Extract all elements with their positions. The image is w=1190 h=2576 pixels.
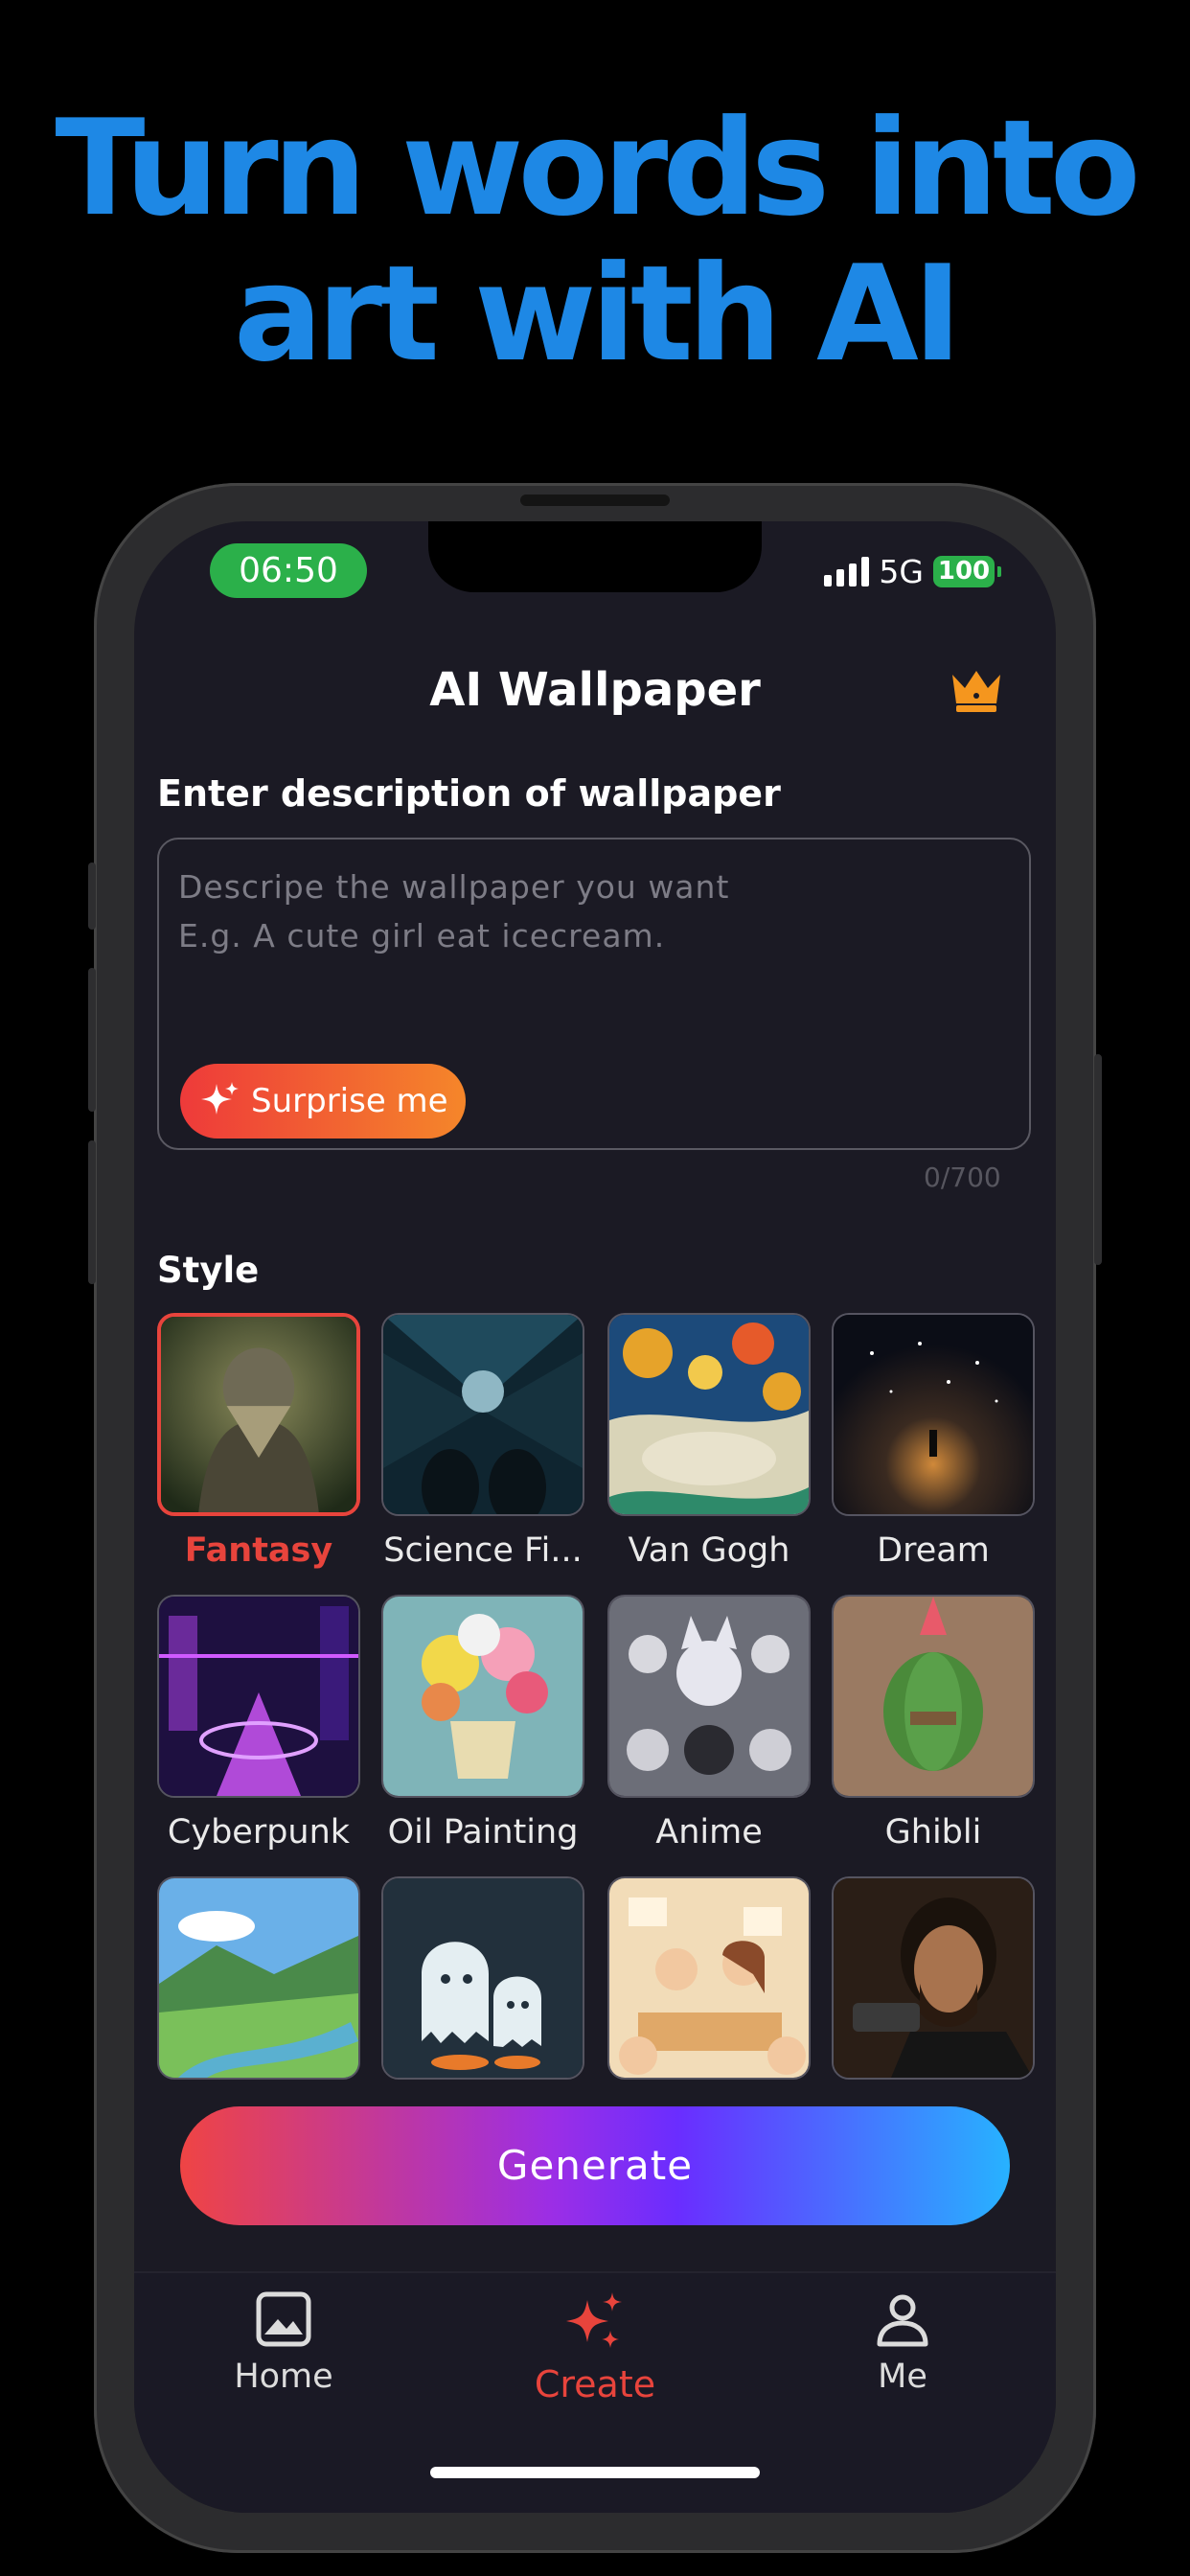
style-thumb <box>381 1595 584 1798</box>
description-input[interactable]: Descripe the wallpaper you want E.g. A c… <box>157 838 1031 1150</box>
style-option-anime[interactable]: Anime <box>607 1595 811 1852</box>
style-option-portrait[interactable] <box>832 1876 1035 2095</box>
image-icon <box>256 2291 311 2347</box>
style-label-text: Anime <box>655 1813 763 1852</box>
volume-up-button <box>88 968 96 1112</box>
style-thumb <box>157 1595 360 1798</box>
status-time: 06:50 <box>210 543 367 598</box>
style-option-cartoon[interactable] <box>607 1876 811 2095</box>
char-counter: 0/700 <box>924 1162 1001 1193</box>
notch <box>428 521 762 592</box>
style-option-landscape[interactable] <box>157 1876 360 2095</box>
style-label-text: Cyberpunk <box>167 1813 351 1852</box>
style-option-ghibli[interactable]: Ghibli <box>832 1595 1035 1852</box>
style-option-science-fiction[interactable]: Science Fi... <box>381 1313 584 1570</box>
earpiece-speaker <box>520 494 670 506</box>
style-label-text: Fantasy <box>184 1531 333 1570</box>
volume-down-button <box>88 1140 96 1284</box>
style-option-cyberpunk[interactable]: Cyberpunk <box>157 1595 360 1852</box>
app-title: AI Wallpaper <box>429 663 761 717</box>
description-placeholder: Descripe the wallpaper you want E.g. A c… <box>178 868 730 954</box>
tab-label: Me <box>878 2358 927 2396</box>
style-thumb <box>381 1313 584 1516</box>
tab-home[interactable]: Home <box>169 2290 399 2396</box>
crown-icon[interactable] <box>949 663 1004 715</box>
tab-me[interactable]: Me <box>788 2290 1018 2396</box>
tab-bar: Home Create Me <box>134 2271 1056 2513</box>
style-thumb <box>381 1876 584 2080</box>
phone-screen: 06:50 5G 100 AI Wallpaper Enter descript… <box>134 521 1056 2513</box>
headline-line-1: Turn words into <box>55 91 1140 245</box>
style-thumb <box>607 1595 811 1798</box>
style-label: Style <box>157 1250 260 1291</box>
headline-line-2: art with AI <box>233 237 962 391</box>
battery-icon: 100 <box>933 555 1001 587</box>
style-option-fantasy[interactable]: Fantasy <box>157 1313 360 1570</box>
style-label-text: Ghibli <box>884 1813 982 1852</box>
surprise-me-button[interactable]: Surprise me <box>180 1064 466 1138</box>
style-label-text: Science Fi... <box>383 1531 583 1570</box>
signal-icon <box>824 556 870 586</box>
style-thumb <box>607 1876 811 2080</box>
tab-label: Home <box>234 2358 333 2396</box>
power-button <box>1094 1054 1102 1265</box>
style-label-text: Oil Painting <box>387 1813 579 1852</box>
style-label-text: Van Gogh <box>628 1531 790 1570</box>
status-indicators: 5G 100 <box>824 550 1001 592</box>
style-option-van-gogh[interactable]: Van Gogh <box>607 1313 811 1570</box>
home-indicator[interactable] <box>430 2467 760 2478</box>
style-option-dream[interactable]: Dream <box>832 1313 1035 1570</box>
sparkle-icon <box>201 1082 239 1115</box>
person-icon <box>877 2294 928 2347</box>
tab-create[interactable]: Create <box>480 2290 710 2405</box>
description-label: Enter description of wallpaper <box>157 772 781 815</box>
sparkles-icon <box>566 2292 622 2348</box>
style-label-text: Dream <box>877 1531 990 1570</box>
style-thumb <box>832 1313 1035 1516</box>
tab-label: Create <box>534 2363 656 2405</box>
style-thumb <box>832 1876 1035 2080</box>
style-thumb <box>157 1313 360 1516</box>
generate-button[interactable]: Generate <box>180 2106 1010 2225</box>
style-option-ghost[interactable] <box>381 1876 584 2095</box>
surprise-me-label: Surprise me <box>251 1082 448 1120</box>
style-thumb <box>832 1595 1035 1798</box>
style-option-oil-painting[interactable]: Oil Painting <box>381 1595 584 1852</box>
mute-switch <box>88 862 96 930</box>
network-type: 5G <box>879 552 924 590</box>
style-thumb <box>157 1876 360 2080</box>
promo-headline: Turn words into art with AI <box>0 96 1190 387</box>
style-thumb <box>607 1313 811 1516</box>
